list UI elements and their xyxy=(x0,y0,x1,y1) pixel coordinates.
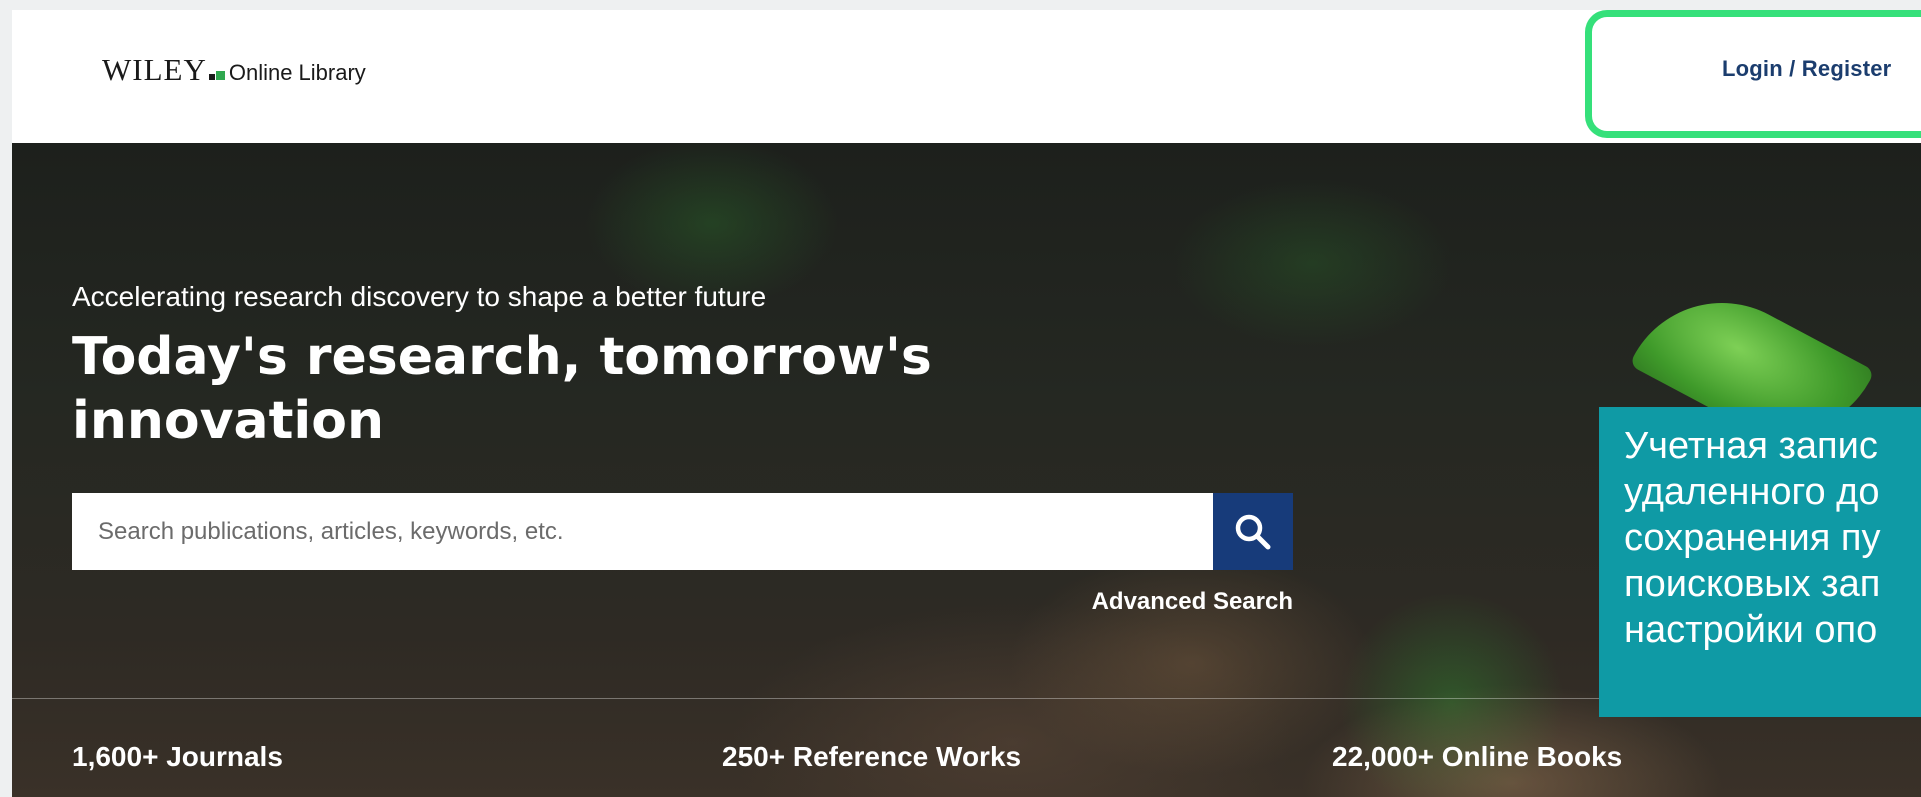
stat-reference-works[interactable]: 250+ Reference Works xyxy=(722,741,1021,773)
advanced-search-link[interactable]: Advanced Search xyxy=(1062,588,1293,616)
logo-squares-icon xyxy=(208,64,225,80)
callout-line: Учетная запис xyxy=(1624,425,1878,467)
callout-line: настройки опо xyxy=(1624,609,1878,651)
logo-subtitle: Online Library xyxy=(228,60,366,85)
logo-wordmark: WILEY xyxy=(102,52,207,87)
hero-tagline: Accelerating research discovery to shape… xyxy=(72,281,767,312)
annotation-callout: Учетная запис удаленного до сохранения п… xyxy=(1599,407,1921,717)
site-header: WILEY Online Library Login / Register xyxy=(12,10,1921,143)
callout-line: поисковых зап xyxy=(1624,563,1881,605)
search-bar xyxy=(72,493,1293,570)
stat-journals[interactable]: 1,600+ Journals xyxy=(72,741,283,773)
search-icon xyxy=(1235,514,1271,549)
callout-line: сохранения пу xyxy=(1624,517,1881,559)
login-register-link[interactable]: Login / Register xyxy=(1722,56,1891,82)
wiley-logo[interactable]: WILEY Online Library xyxy=(102,52,366,92)
page: WILEY Online Library Login / Register Ac… xyxy=(12,10,1921,797)
search-input[interactable] xyxy=(72,493,1213,570)
hero-headline: Today's research, tomorrow's innovation xyxy=(72,327,932,451)
stat-online-books[interactable]: 22,000+ Online Books xyxy=(1332,741,1622,773)
callout-line: удаленного до xyxy=(1624,471,1880,513)
search-button[interactable] xyxy=(1213,493,1293,570)
